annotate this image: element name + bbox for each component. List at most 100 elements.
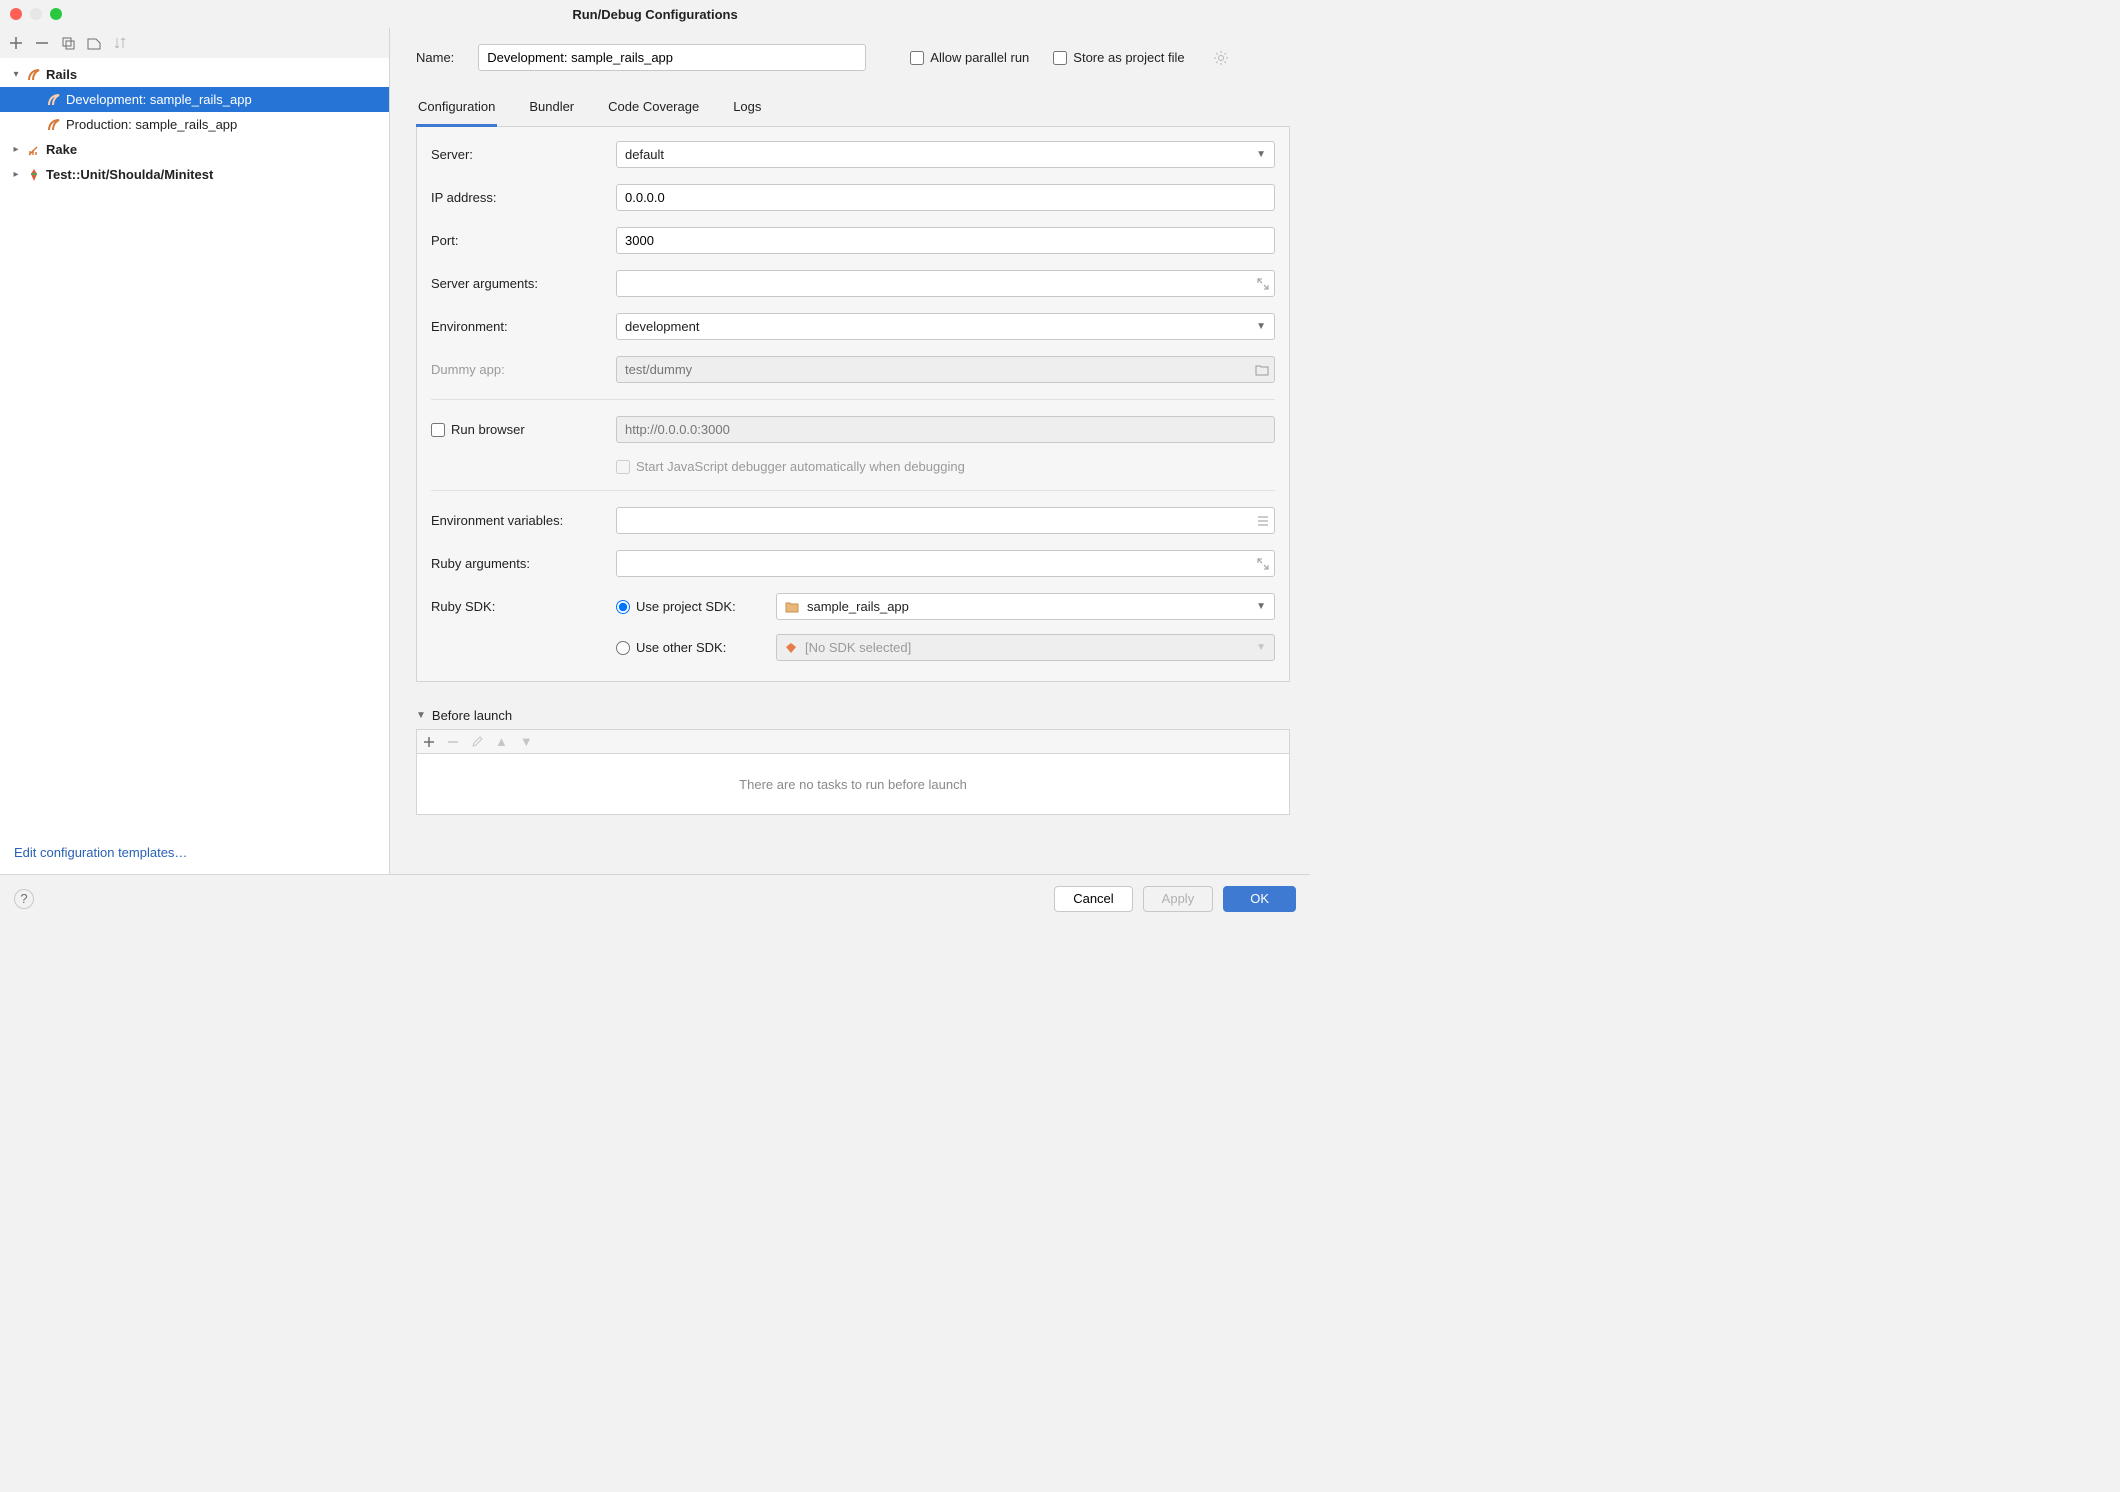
ip-label: IP address: bbox=[431, 190, 616, 205]
rails-icon bbox=[46, 92, 62, 108]
window-maximize[interactable] bbox=[50, 8, 62, 20]
server-args-input[interactable] bbox=[616, 270, 1275, 297]
other-sdk-select: [No SDK selected] ▼ bbox=[776, 634, 1275, 661]
expand-icon[interactable] bbox=[1257, 278, 1269, 290]
rails-icon bbox=[46, 117, 62, 133]
start-js-debugger-input bbox=[616, 460, 630, 474]
env-vars-input[interactable] bbox=[616, 507, 1275, 534]
ruby-args-input[interactable] bbox=[616, 550, 1275, 577]
tabs: Configuration Bundler Code Coverage Logs bbox=[416, 93, 1290, 127]
project-sdk-select[interactable]: sample_rails_app ▼ bbox=[776, 593, 1275, 620]
allow-parallel-label: Allow parallel run bbox=[930, 50, 1029, 65]
use-project-sdk-input[interactable] bbox=[616, 600, 630, 614]
tab-logs[interactable]: Logs bbox=[731, 93, 763, 127]
other-sdk-placeholder: [No SDK selected] bbox=[805, 640, 911, 655]
sidebar: ▾ Rails Development: sample_rails_app Pr… bbox=[0, 28, 390, 874]
tab-code-coverage[interactable]: Code Coverage bbox=[606, 93, 701, 127]
window-close[interactable] bbox=[10, 8, 22, 20]
port-label: Port: bbox=[431, 233, 616, 248]
copy-config-icon[interactable] bbox=[60, 35, 76, 51]
name-input[interactable] bbox=[478, 44, 866, 71]
chevron-down-icon: ▼ bbox=[416, 710, 426, 721]
folder-icon bbox=[785, 601, 799, 613]
name-label: Name: bbox=[416, 50, 454, 65]
ruby-args-label: Ruby arguments: bbox=[431, 556, 616, 571]
expand-icon[interactable] bbox=[1257, 558, 1269, 570]
tree-node-test[interactable]: ▸ Test::Unit/Shoulda/Minitest bbox=[0, 162, 389, 187]
add-config-icon[interactable] bbox=[8, 35, 24, 51]
tree-label: Rails bbox=[46, 67, 77, 82]
test-icon bbox=[26, 167, 42, 183]
tree-label: Rake bbox=[46, 142, 77, 157]
project-sdk-value: sample_rails_app bbox=[807, 599, 909, 614]
sidebar-toolbar bbox=[0, 28, 389, 58]
remove-task-icon bbox=[447, 736, 459, 748]
tab-bundler[interactable]: Bundler bbox=[527, 93, 576, 127]
ruby-sdk-label: Ruby SDK: bbox=[431, 599, 616, 614]
chevron-down-icon: ▾ bbox=[10, 69, 22, 81]
add-task-icon[interactable] bbox=[423, 736, 435, 748]
chevron-right-icon: ▸ bbox=[10, 169, 22, 181]
ok-button[interactable]: OK bbox=[1223, 886, 1296, 912]
tree-node-rails-prod[interactable]: Production: sample_rails_app bbox=[0, 112, 389, 137]
cancel-button[interactable]: Cancel bbox=[1054, 886, 1132, 912]
tree-node-rails[interactable]: ▾ Rails bbox=[0, 62, 389, 87]
before-launch-header[interactable]: ▼ Before launch bbox=[416, 708, 1290, 723]
dummy-app-input bbox=[616, 356, 1275, 383]
start-js-debugger-label: Start JavaScript debugger automatically … bbox=[636, 459, 965, 474]
list-icon[interactable] bbox=[1257, 515, 1269, 527]
tree-label: Production: sample_rails_app bbox=[66, 117, 237, 132]
tree-label: Development: sample_rails_app bbox=[66, 92, 252, 107]
environment-select[interactable]: development ▼ bbox=[616, 313, 1275, 340]
before-launch-section: ▼ Before launch ▲ ▼ There are no tasks t… bbox=[416, 708, 1290, 815]
tree-label: Test::Unit/Shoulda/Minitest bbox=[46, 167, 213, 182]
port-input[interactable] bbox=[616, 227, 1275, 254]
titlebar: Run/Debug Configurations bbox=[0, 0, 1310, 28]
edit-task-icon bbox=[471, 736, 483, 748]
before-launch-heading: Before launch bbox=[432, 708, 512, 723]
use-other-sdk-radio[interactable]: Use other SDK: bbox=[616, 640, 776, 655]
dialog-footer: ? Cancel Apply OK bbox=[0, 874, 1310, 922]
chevron-right-icon: ▸ bbox=[10, 144, 22, 156]
run-browser-checkbox[interactable]: Run browser bbox=[431, 422, 616, 437]
chevron-down-icon: ▼ bbox=[1256, 601, 1266, 612]
config-tree: ▾ Rails Development: sample_rails_app Pr… bbox=[0, 58, 389, 837]
use-other-sdk-label: Use other SDK: bbox=[636, 640, 726, 655]
rake-icon bbox=[26, 142, 42, 158]
server-value: default bbox=[625, 147, 664, 162]
move-up-icon: ▲ bbox=[495, 734, 508, 749]
window-title: Run/Debug Configurations bbox=[0, 7, 1310, 22]
chevron-down-icon: ▼ bbox=[1256, 642, 1266, 653]
configuration-form: Server: default ▼ IP address: Port: Serv… bbox=[416, 127, 1290, 682]
chevron-down-icon: ▼ bbox=[1256, 321, 1266, 332]
use-project-sdk-radio[interactable]: Use project SDK: bbox=[616, 599, 776, 614]
store-project-checkbox[interactable]: Store as project file bbox=[1053, 50, 1184, 65]
env-vars-label: Environment variables: bbox=[431, 513, 616, 528]
ruby-icon bbox=[785, 642, 797, 654]
before-launch-empty: There are no tasks to run before launch bbox=[739, 777, 967, 792]
ip-input[interactable] bbox=[616, 184, 1275, 211]
edit-templates-link[interactable]: Edit configuration templates… bbox=[0, 837, 389, 874]
save-config-icon[interactable] bbox=[86, 35, 102, 51]
allow-parallel-input[interactable] bbox=[910, 51, 924, 65]
folder-icon bbox=[1255, 364, 1269, 376]
use-other-sdk-input[interactable] bbox=[616, 641, 630, 655]
tree-node-rails-dev[interactable]: Development: sample_rails_app bbox=[0, 87, 389, 112]
server-args-label: Server arguments: bbox=[431, 276, 616, 291]
allow-parallel-checkbox[interactable]: Allow parallel run bbox=[910, 50, 1029, 65]
gear-icon[interactable] bbox=[1213, 50, 1229, 66]
store-project-input[interactable] bbox=[1053, 51, 1067, 65]
move-down-icon: ▼ bbox=[520, 734, 533, 749]
remove-config-icon[interactable] bbox=[34, 35, 50, 51]
run-browser-input[interactable] bbox=[431, 423, 445, 437]
help-icon[interactable]: ? bbox=[14, 889, 34, 909]
sort-config-icon bbox=[112, 35, 128, 51]
tab-configuration[interactable]: Configuration bbox=[416, 93, 497, 127]
server-select[interactable]: default ▼ bbox=[616, 141, 1275, 168]
start-js-debugger-checkbox: Start JavaScript debugger automatically … bbox=[616, 459, 965, 474]
run-browser-url-input bbox=[616, 416, 1275, 443]
apply-button: Apply bbox=[1143, 886, 1214, 912]
before-launch-body: There are no tasks to run before launch bbox=[416, 753, 1290, 815]
tree-node-rake[interactable]: ▸ Rake bbox=[0, 137, 389, 162]
traffic-lights bbox=[10, 8, 62, 20]
